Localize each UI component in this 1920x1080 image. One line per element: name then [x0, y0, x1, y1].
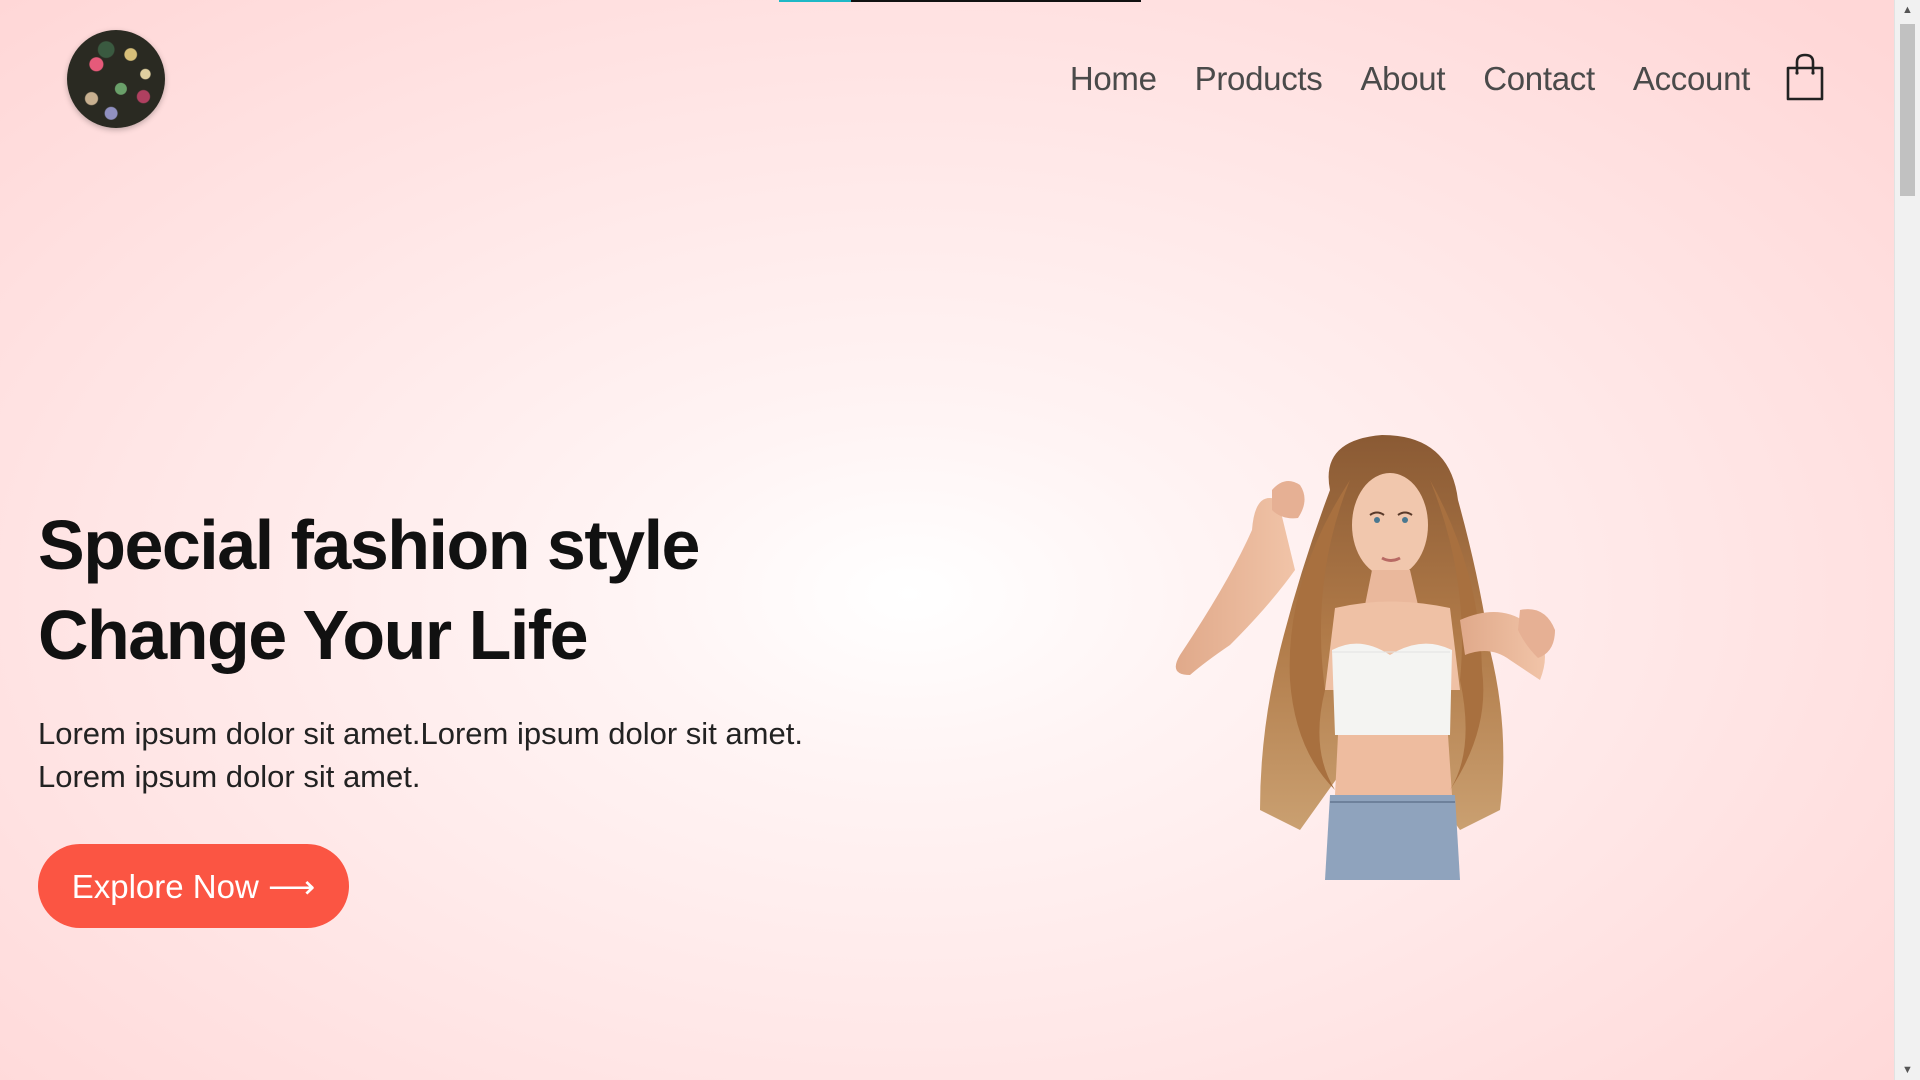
- hero-title: Special fashion style Change Your Life: [38, 500, 700, 680]
- scroll-down-arrow-icon[interactable]: ▼: [1895, 1060, 1920, 1080]
- scroll-progress-fill: [779, 0, 852, 2]
- hero-model-image: [1175, 435, 1555, 880]
- shopping-bag-icon[interactable]: [1785, 52, 1825, 102]
- hero-description: Lorem ipsum dolor sit amet.Lorem ipsum d…: [38, 712, 858, 798]
- explore-now-button[interactable]: Explore Now ⟶: [38, 844, 349, 928]
- hero-description-line-1: Lorem ipsum dolor sit amet.Lorem ipsum d…: [38, 716, 803, 751]
- logo[interactable]: [67, 30, 165, 128]
- scroll-progress-bar: [779, 0, 1141, 2]
- hero-title-line-2: Change Your Life: [38, 596, 589, 674]
- hero-title-line-1: Special fashion style: [38, 506, 700, 584]
- main-nav: Home Products About Contact Account: [1070, 60, 1750, 98]
- vertical-scrollbar[interactable]: ▲ ▼: [1894, 0, 1920, 1080]
- hero-description-line-2: Lorem ipsum dolor sit amet.: [38, 759, 421, 794]
- nav-home[interactable]: Home: [1070, 60, 1157, 98]
- nav-about[interactable]: About: [1360, 60, 1445, 98]
- scroll-thumb[interactable]: [1900, 24, 1915, 196]
- page-viewport: Home Products About Contact Account Spec…: [0, 0, 1895, 1080]
- nav-contact[interactable]: Contact: [1483, 60, 1595, 98]
- scroll-up-arrow-icon[interactable]: ▲: [1895, 0, 1920, 20]
- nav-products[interactable]: Products: [1195, 60, 1323, 98]
- nav-account[interactable]: Account: [1633, 60, 1750, 98]
